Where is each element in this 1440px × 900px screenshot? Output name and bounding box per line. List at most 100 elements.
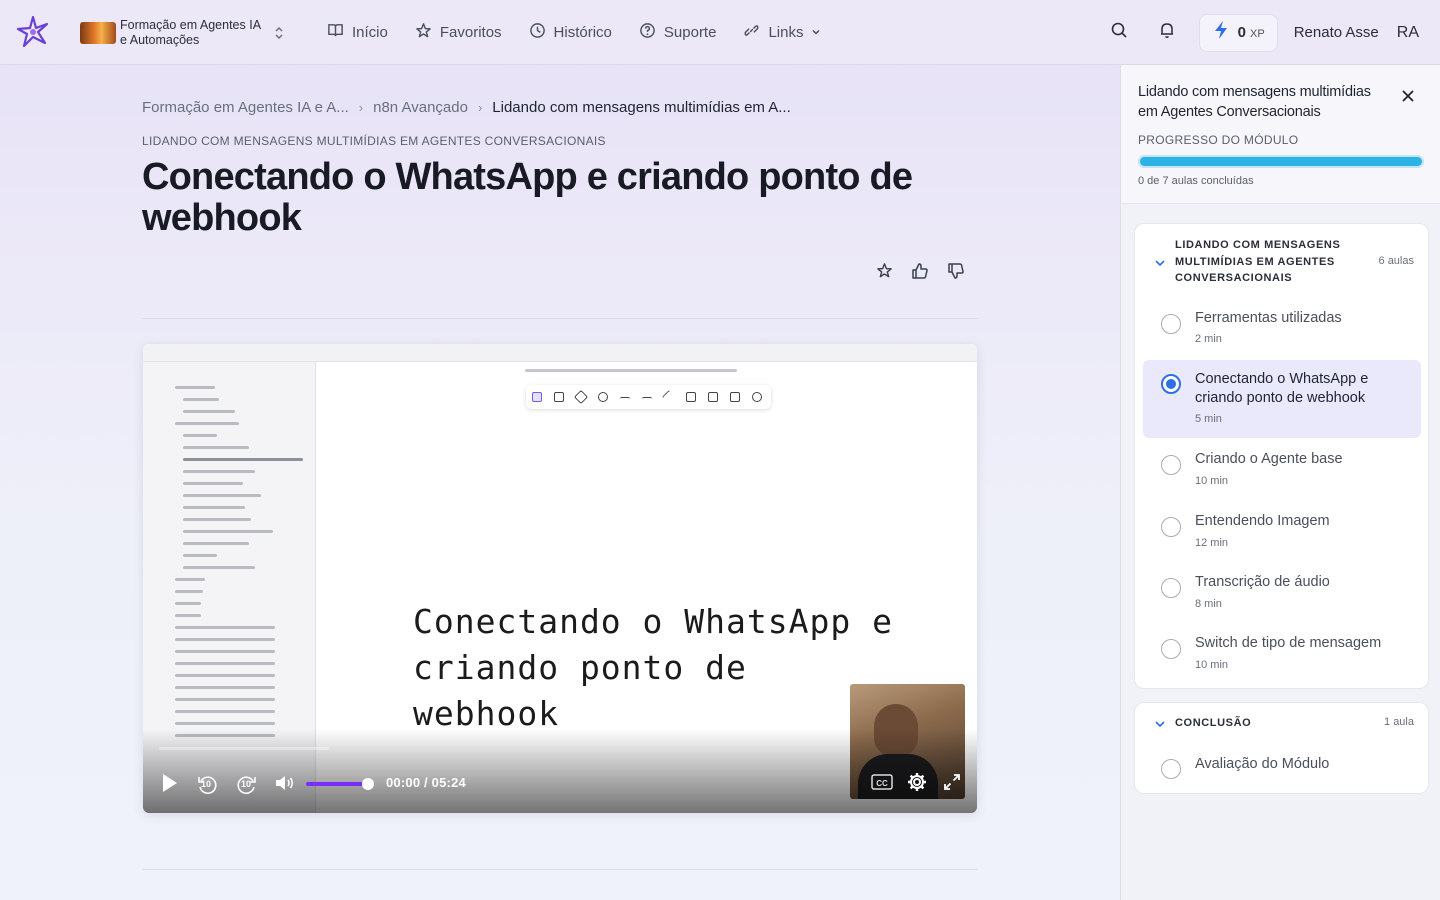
forward-button[interactable]: 10 (235, 773, 259, 797)
chevron-down-icon (1154, 256, 1166, 274)
star-icon (876, 262, 893, 284)
notifications-button[interactable] (1155, 21, 1179, 45)
course-switcher[interactable]: Formação em Agentes IA e Automações (80, 16, 284, 50)
link-icon (743, 22, 768, 43)
nav-suporte[interactable]: Suporte (639, 22, 716, 43)
star-icon (415, 22, 440, 43)
video-player[interactable]: Conectando o WhatsApp e criando ponto de… (143, 344, 977, 813)
closed-captions-icon: CC (871, 773, 893, 796)
user-name[interactable]: Renato Asse (1294, 24, 1379, 41)
nav-links[interactable]: Links (743, 22, 829, 43)
lesson-duration: 12 min (1195, 537, 1229, 549)
lesson-item-active[interactable]: Conectando o WhatsApp e criando ponto de… (1143, 360, 1421, 438)
like-button[interactable] (908, 261, 932, 285)
lesson-status-radio (1161, 759, 1181, 779)
forward-seconds: 10 (241, 779, 252, 789)
lesson-title: Transcrição de áudio (1195, 574, 1330, 590)
play-button[interactable] (159, 773, 181, 798)
video-app-titlebar (143, 344, 977, 362)
lesson-duration: 2 min (1195, 333, 1222, 345)
close-panel-button[interactable] (1397, 87, 1419, 109)
favorite-button[interactable] (872, 261, 896, 285)
fullscreen-button[interactable] (941, 773, 963, 795)
breadcrumb: Formação em Agentes IA e A... › n8n Avan… (142, 99, 791, 116)
nav-links-label: Links (768, 24, 804, 41)
app-logo[interactable] (16, 15, 50, 49)
lesson-status-radio (1161, 374, 1181, 394)
module-progress-fill (1140, 157, 1422, 166)
clock-icon (529, 22, 554, 43)
mute-button[interactable] (274, 774, 296, 796)
lesson-title: Conectando o WhatsApp e criando ponto de… (1195, 371, 1369, 406)
lesson-duration: 5 min (1195, 413, 1222, 425)
chevron-right-icon: › (358, 100, 364, 115)
breadcrumb-course[interactable]: Formação em Agentes IA e A... (142, 99, 349, 116)
settings-button[interactable] (906, 772, 928, 795)
chevron-down-icon (811, 24, 829, 41)
module-progress-bar (1138, 155, 1424, 168)
main-nav: Início Favoritos Histórico Suporte Links (327, 0, 856, 65)
bell-icon (1158, 21, 1176, 44)
nav-favoritos-label: Favoritos (439, 24, 502, 41)
lesson-item[interactable]: Switch de tipo de mensagem 10 min (1143, 625, 1421, 687)
search-button[interactable] (1107, 21, 1131, 45)
section-title: LIDANDO COM MENSAGENS MULTIMÍDIAS EM AGE… (1175, 239, 1341, 284)
rewind-seconds: 10 (201, 779, 212, 789)
nav-inicio-label: Início (352, 24, 388, 41)
volume-slider[interactable] (306, 782, 368, 786)
lesson-duration: 10 min (1195, 475, 1229, 487)
video-frame-caption: Conectando o WhatsApp e criando ponto de… (413, 602, 893, 733)
lesson-status-radio (1161, 578, 1181, 598)
svg-text:CC: CC (876, 779, 888, 788)
lesson-actions (872, 261, 980, 285)
rewind-button[interactable]: 10 (195, 773, 219, 797)
dislike-button[interactable] (944, 261, 968, 285)
thumbs-up-icon (911, 262, 929, 285)
module-section: CONCLUSÃO 1 aula Avaliação do Módulo (1134, 702, 1429, 794)
top-right-actions: 0 XP Renato Asse RA (1107, 0, 1440, 65)
search-icon (1110, 21, 1128, 44)
video-time: 00:00 / 05:24 (386, 775, 466, 790)
lesson-item[interactable]: Avaliação do Módulo (1143, 747, 1421, 791)
section-title: CONCLUSÃO (1175, 717, 1252, 729)
chevron-down-icon (1154, 717, 1166, 735)
video-drawing-toolbar (526, 385, 771, 409)
lesson-title: Switch de tipo de mensagem (1195, 635, 1382, 651)
breadcrumb-current: Lidando com mensagens multimídias em A..… (492, 99, 791, 116)
course-name: Formação em Agentes IA e Automações (120, 18, 261, 47)
video-canvas-header (317, 362, 977, 380)
module-panel-header: Lidando com mensagens multimídias em Age… (1121, 65, 1440, 204)
nav-historico-label: Histórico (553, 24, 612, 41)
nav-inicio[interactable]: Início (327, 22, 388, 43)
page-title: Conectando o WhatsApp e criando ponto de… (142, 156, 913, 239)
divider (142, 318, 978, 319)
top-bar: Formação em Agentes IA e Automações Iníc… (0, 0, 1440, 65)
book-icon (327, 22, 352, 43)
avatar[interactable]: RA (1397, 24, 1419, 42)
module-title: Lidando com mensagens multimídias em Age… (1138, 84, 1371, 120)
section-lesson-count: 6 aulas (1378, 255, 1414, 267)
breadcrumb-module[interactable]: n8n Avançado (373, 99, 468, 116)
volume-slider-handle[interactable] (362, 778, 374, 790)
lesson-title: Entendendo Imagem (1195, 513, 1330, 529)
lesson-status-radio (1161, 455, 1181, 475)
chevron-up-down-icon (274, 25, 284, 42)
xp-value: 0 (1237, 24, 1247, 41)
chevron-right-icon: › (477, 100, 483, 115)
section-lesson-count: 1 aula (1384, 716, 1414, 728)
nav-favoritos[interactable]: Favoritos (415, 22, 502, 43)
xp-badge[interactable]: 0 XP (1198, 13, 1278, 52)
lightning-icon (1212, 20, 1230, 45)
lesson-status-radio (1161, 517, 1181, 537)
play-icon (161, 773, 179, 798)
lesson-title: Ferramentas utilizadas (1195, 310, 1342, 326)
nav-historico[interactable]: Histórico (529, 22, 612, 43)
lesson-duration: 10 min (1195, 659, 1229, 671)
lesson-eyebrow: LIDANDO COM MENSAGENS MULTIMÍDIAS EM AGE… (142, 134, 606, 148)
video-progress-bar[interactable] (159, 747, 329, 750)
module-progress-text: 0 de 7 aulas concluídas (1138, 175, 1254, 187)
thumbs-down-icon (947, 262, 965, 285)
module-progress-label: PROGRESSO DO MÓDULO (1138, 133, 1299, 147)
captions-button[interactable]: CC (871, 773, 893, 795)
lesson-main: Formação em Agentes IA e A... › n8n Avan… (0, 65, 1120, 900)
